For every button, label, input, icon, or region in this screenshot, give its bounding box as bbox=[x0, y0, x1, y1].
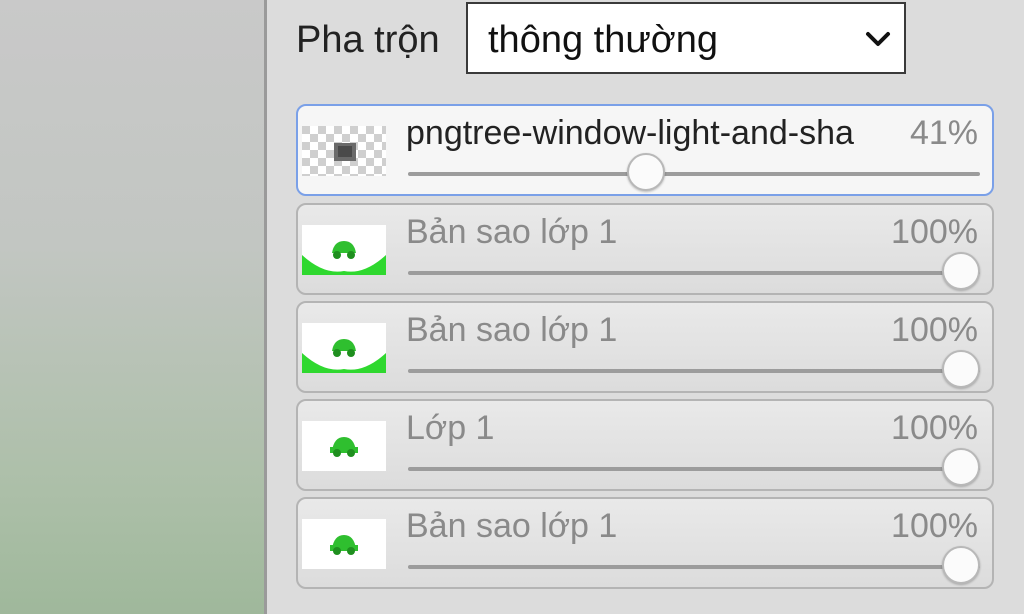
layer-name: Bản sao lớp 1 bbox=[406, 213, 618, 251]
opacity-slider[interactable] bbox=[408, 252, 980, 290]
layer-thumbnail bbox=[302, 225, 386, 275]
layer-opacity-value: 100% bbox=[891, 409, 978, 447]
opacity-slider[interactable] bbox=[408, 350, 980, 388]
layer-thumbnail bbox=[302, 519, 386, 569]
blend-mode-label: Pha trộn bbox=[296, 19, 440, 61]
layer-item[interactable]: pngtree-window-light-and-sha 41% bbox=[296, 104, 994, 196]
opacity-slider-handle[interactable] bbox=[626, 153, 665, 191]
layer-thumbnail bbox=[302, 126, 386, 176]
layer-opacity-value: 100% bbox=[891, 213, 978, 251]
opacity-slider-handle[interactable] bbox=[942, 252, 980, 290]
layer-opacity-value: 41% bbox=[909, 114, 978, 152]
layer-name: pngtree-window-light-and-sha bbox=[406, 114, 854, 152]
opacity-slider[interactable] bbox=[408, 546, 980, 584]
opacity-slider-handle[interactable] bbox=[942, 546, 980, 584]
layer-opacity-value: 100% bbox=[891, 507, 978, 545]
layer-item[interactable]: Lớp 1 100% bbox=[296, 399, 994, 491]
opacity-slider-handle[interactable] bbox=[942, 350, 980, 388]
layer-name: Bản sao lớp 1 bbox=[406, 311, 618, 349]
chevron-down-icon bbox=[866, 32, 890, 46]
blend-mode-select[interactable]: thông thường bbox=[466, 2, 906, 74]
layer-item[interactable]: Bản sao lớp 1 100% bbox=[296, 203, 994, 295]
opacity-slider-handle[interactable] bbox=[942, 448, 980, 486]
layer-thumbnail bbox=[302, 421, 386, 471]
layer-name: Bản sao lớp 1 bbox=[406, 507, 618, 545]
layer-name: Lớp 1 bbox=[406, 409, 495, 447]
layer-item[interactable]: Bản sao lớp 1 100% bbox=[296, 497, 994, 589]
layer-thumbnail bbox=[302, 323, 386, 373]
layer-item[interactable]: Bản sao lớp 1 100% bbox=[296, 301, 994, 393]
opacity-slider[interactable] bbox=[408, 448, 980, 486]
opacity-slider[interactable] bbox=[408, 153, 980, 191]
canvas-preview-area[interactable] bbox=[0, 0, 265, 614]
blend-mode-value: thông thường bbox=[488, 19, 718, 61]
layer-opacity-value: 100% bbox=[891, 311, 978, 349]
